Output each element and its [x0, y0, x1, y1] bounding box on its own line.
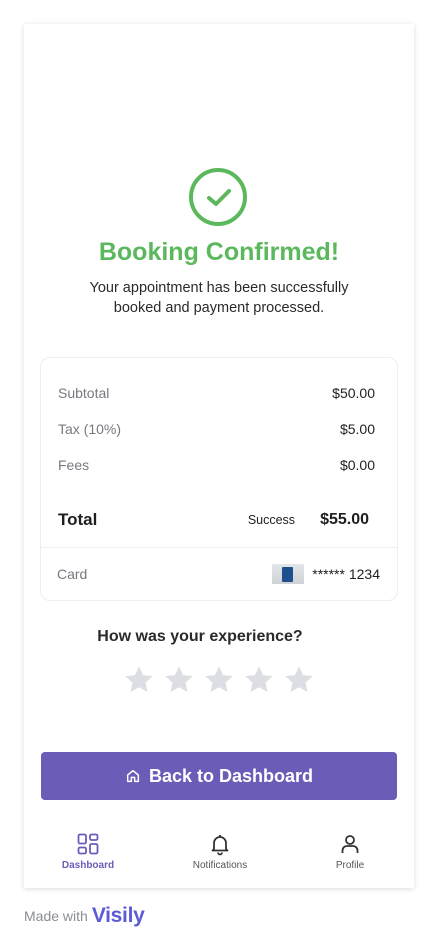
total-value: $55.00: [320, 511, 369, 528]
tab-notifications-label: Notifications: [192, 860, 248, 871]
grid-icon: [77, 833, 99, 855]
visily-logo[interactable]: Visily: [92, 904, 145, 928]
made-with-footer: Made with Visily: [24, 904, 145, 928]
card-number: ****** 1234: [312, 566, 380, 582]
tab-profile[interactable]: Profile: [302, 832, 398, 871]
tab-dashboard-label: Dashboard: [61, 860, 115, 871]
tab-notifications[interactable]: Notifications: [172, 832, 268, 871]
confirmation-title: Booking Confirmed!: [98, 238, 340, 266]
star-icon-1[interactable]: [123, 664, 155, 696]
star-icon-5[interactable]: [283, 664, 315, 696]
tax-label: Tax (10%): [58, 421, 122, 437]
back-to-dashboard-label: Back to Dashboard: [148, 765, 314, 786]
payment-status-badge: Success: [247, 513, 296, 527]
app-screen: Booking Confirmed! Your appointment has …: [24, 24, 414, 888]
star-icon-2[interactable]: [163, 664, 195, 696]
tab-dashboard[interactable]: Dashboard: [40, 832, 136, 871]
made-with-text: Made with: [24, 908, 88, 924]
tax-value: $5.00: [339, 421, 375, 437]
star-icon-4[interactable]: [243, 664, 275, 696]
confirmation-message: Your appointment has been successfully b…: [89, 280, 349, 316]
tax-row: Tax (10%) $5.00: [58, 421, 375, 437]
success-check-icon: [189, 168, 247, 226]
bottom-tab-bar: Dashboard Notifications Profile: [24, 832, 414, 880]
subtotal-label: Subtotal: [58, 385, 110, 401]
tab-profile-label: Profile: [335, 860, 365, 871]
subtotal-row: Subtotal $50.00: [58, 385, 375, 401]
star-icon-3[interactable]: [203, 664, 235, 696]
subtotal-value: $50.00: [332, 385, 375, 401]
back-to-dashboard-button[interactable]: Back to Dashboard: [41, 752, 397, 800]
user-icon: [341, 835, 359, 853]
star-rating: [123, 664, 315, 696]
card-row: Card ****** 1234: [57, 564, 380, 584]
fees-row: Fees $0.00: [58, 457, 375, 473]
total-row: Total Success $55.00: [58, 510, 369, 530]
payment-summary-card: Subtotal $50.00 Tax (10%) $5.00 Fees $0.…: [40, 357, 398, 601]
fees-label: Fees: [58, 457, 90, 473]
total-label: Total: [58, 510, 98, 529]
fees-value: $0.00: [339, 457, 375, 473]
visa-card-icon: [272, 564, 305, 584]
bell-icon: [211, 835, 229, 856]
summary-divider: [41, 547, 397, 548]
rating-question: How was your experience?: [97, 628, 303, 645]
card-label: Card: [57, 566, 88, 582]
home-icon: [126, 769, 140, 783]
